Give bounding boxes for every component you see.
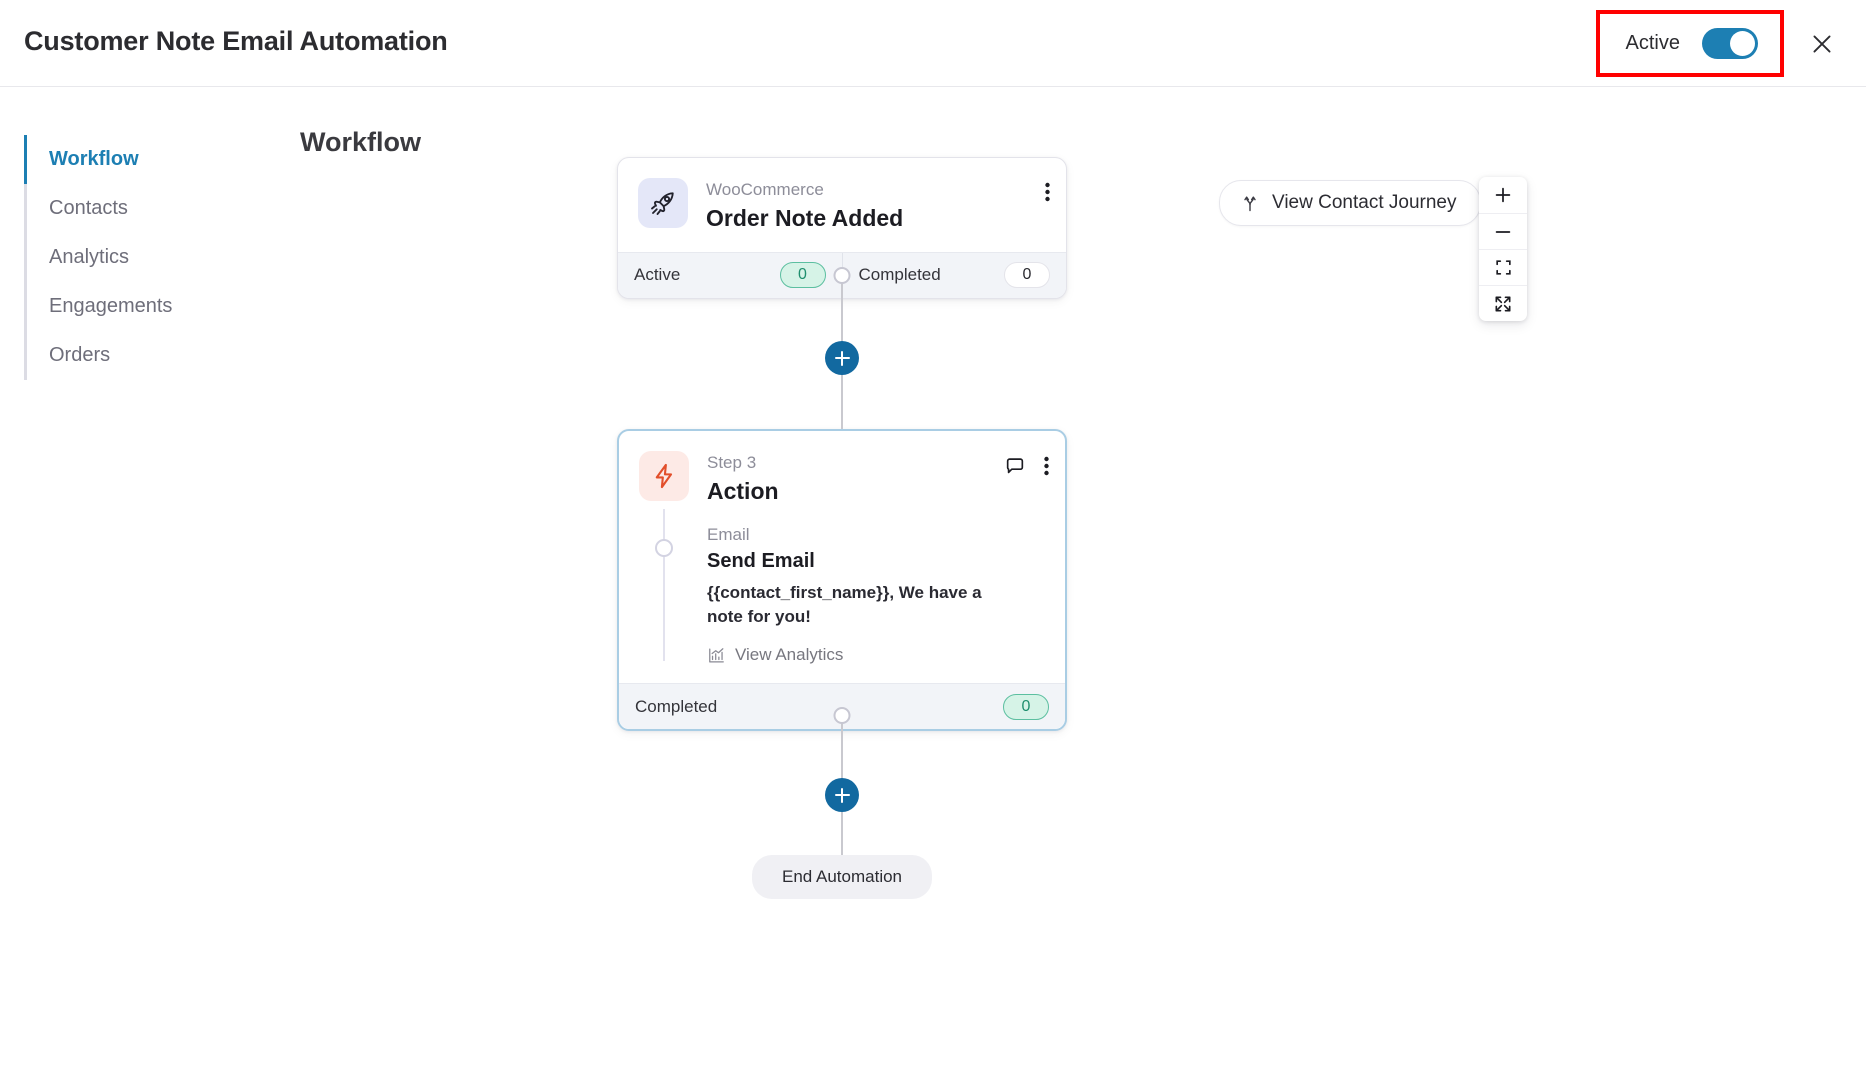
action-body-content: Email Send Email {{contact_first_name}},…: [707, 525, 1045, 666]
action-output-handle[interactable]: [833, 707, 851, 724]
trigger-stat-completed: Completed 0: [841, 252, 1067, 298]
sidebar-item-engagements[interactable]: Engagements: [27, 282, 274, 331]
sidebar-item-label: Engagements: [49, 295, 173, 317]
view-contact-journey-button[interactable]: View Contact Journey: [1219, 180, 1482, 226]
trigger-node-header: WooCommerce Order Note Added: [618, 158, 1066, 252]
action-stat-completed-value: 0: [1003, 693, 1049, 720]
zoom-in-button[interactable]: [1479, 177, 1527, 213]
sidebar-item-orders[interactable]: Orders: [27, 331, 274, 380]
fit-view-button[interactable]: [1479, 249, 1527, 285]
trigger-output-handle[interactable]: [833, 267, 851, 284]
trigger-node-subtitle: WooCommerce: [706, 180, 824, 199]
trigger-node-titles: WooCommerce Order Note Added: [706, 178, 903, 234]
toggle-knob: [1730, 31, 1755, 56]
action-node-header: Step 3 Action: [619, 431, 1065, 525]
active-toggle[interactable]: [1702, 28, 1758, 59]
branch-path-icon: [1244, 196, 1256, 212]
action-node-icon: [639, 451, 689, 501]
close-icon: [1813, 34, 1831, 53]
fit-view-icon: [1495, 260, 1511, 275]
trigger-node-menu-button[interactable]: [1045, 182, 1050, 202]
action-node-title: Action: [707, 477, 779, 504]
action-body-description: {{contact_first_name}}, We have a note f…: [707, 582, 982, 626]
action-body-step-dot: [655, 538, 673, 557]
action-node-titles: Step 3 Action: [707, 451, 779, 507]
active-toggle-highlight: Active: [1595, 10, 1784, 77]
lightning-bolt-icon: [655, 463, 673, 489]
sidebar-item-analytics[interactable]: Analytics: [27, 233, 274, 282]
fullscreen-icon: [1495, 296, 1511, 311]
action-node-actions: [1004, 455, 1049, 477]
sidebar-item-label: Workflow: [49, 148, 139, 170]
sidebar-item-label: Contacts: [49, 197, 128, 219]
trigger-stat-completed-value: 0: [1004, 262, 1050, 289]
trigger-node-icon: [638, 178, 688, 228]
zoom-controls: [1479, 177, 1527, 321]
zoom-out-button[interactable]: [1479, 213, 1527, 249]
rocket-icon: [651, 192, 674, 215]
action-body-subtitle: Email: [707, 524, 750, 544]
action-stat-completed-label: Completed: [635, 696, 718, 716]
view-analytics-label: View Analytics: [735, 645, 844, 665]
sidebar-item-label: Orders: [49, 344, 111, 366]
action-node[interactable]: Step 3 Action Email Send Email {{contact…: [617, 429, 1067, 732]
action-node-body: Email Send Email {{contact_first_name}},…: [619, 508, 1065, 684]
view-analytics-link[interactable]: View Analytics: [707, 645, 1045, 665]
fullscreen-button[interactable]: [1479, 285, 1527, 321]
action-body-rail: [663, 508, 665, 662]
kebab-menu-icon: [1044, 456, 1049, 476]
add-step-after-trigger-button[interactable]: [825, 341, 859, 375]
trigger-stat-active: Active 0: [618, 253, 842, 298]
top-bar: Customer Note Email Automation Active: [0, 0, 1866, 87]
workflow-heading: Workflow: [300, 127, 421, 157]
sidebar-item-label: Analytics: [49, 246, 130, 268]
add-step-after-action-button[interactable]: [825, 778, 859, 812]
sidebar-item-contacts[interactable]: Contacts: [27, 184, 274, 233]
comment-bubble-icon: [1006, 458, 1024, 474]
top-bar-actions: Active: [1595, 0, 1866, 87]
view-contact-journey-label: View Contact Journey: [1272, 192, 1457, 213]
close-button[interactable]: [1794, 16, 1850, 72]
minus-icon: [1495, 230, 1511, 233]
action-node-comment-button[interactable]: [1004, 455, 1026, 477]
trigger-stat-active-label: Active: [634, 265, 681, 285]
workflow-canvas[interactable]: Workflow View Contact Journey WooCommerc…: [274, 87, 1866, 1077]
bar-chart-icon: [709, 648, 724, 663]
trigger-stat-completed-label: Completed: [858, 265, 941, 285]
trigger-node-title: Order Note Added: [706, 204, 904, 231]
active-status-label: Active: [1625, 32, 1680, 54]
kebab-menu-icon: [1045, 182, 1050, 202]
trigger-node-actions: [1045, 182, 1050, 202]
sidebar: Workflow Contacts Analytics Engagements …: [24, 135, 274, 380]
trigger-stat-active-value: 0: [779, 262, 826, 289]
action-body-title: Send Email: [707, 549, 815, 572]
plus-icon: [1495, 187, 1511, 203]
action-node-menu-button[interactable]: [1044, 456, 1049, 476]
end-automation-badge: End Automation: [751, 855, 933, 899]
sidebar-item-workflow[interactable]: Workflow: [24, 135, 274, 184]
page-title: Customer Note Email Automation: [24, 26, 448, 56]
action-node-subtitle: Step 3: [707, 453, 757, 472]
